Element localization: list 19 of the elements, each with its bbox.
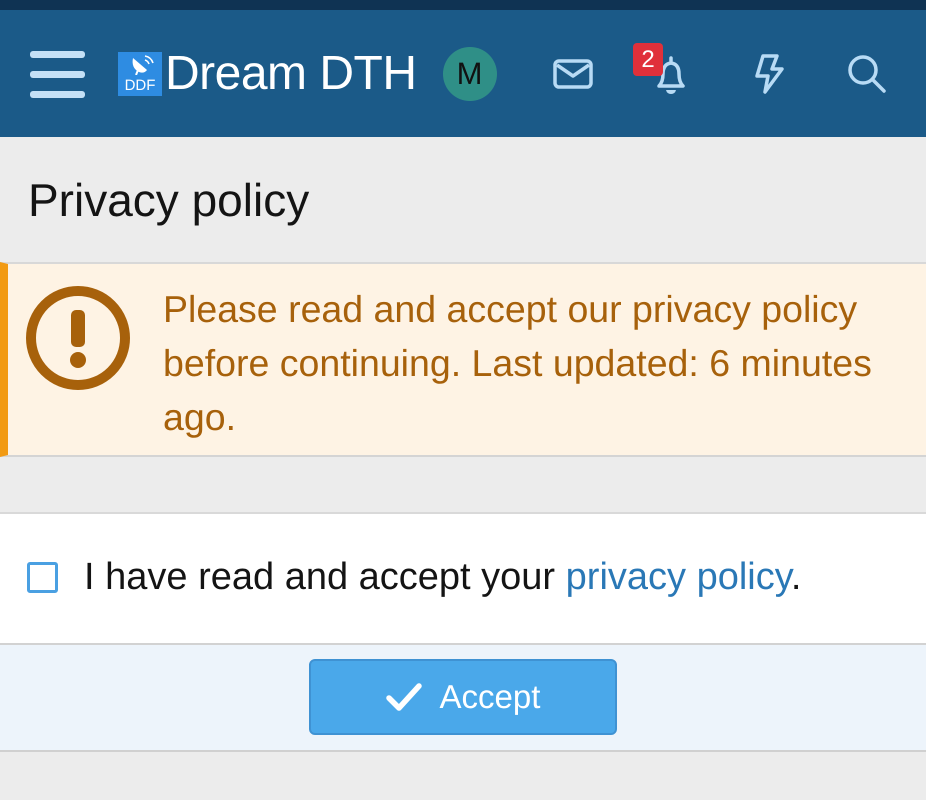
notifications-button[interactable]: 2	[633, 42, 699, 102]
checkmark-icon	[386, 683, 422, 711]
page-title: Privacy policy	[28, 175, 310, 226]
notification-count-badge: 2	[633, 42, 663, 76]
accept-button[interactable]: Accept	[309, 659, 617, 735]
site-logo-link[interactable]: DDF Dream DTH	[118, 50, 417, 98]
user-avatar[interactable]: M	[442, 46, 497, 100]
search-icon	[847, 54, 887, 94]
lightning-bolt-icon	[753, 54, 785, 94]
consent-label: I have read and accept your privacy policy.	[84, 556, 802, 599]
menu-button[interactable]	[30, 51, 85, 98]
satellite-dish-icon	[130, 54, 154, 74]
notice-message: Please read and accept our privacy policy before continuing. Last updated: 6 minutes ago.	[163, 287, 873, 440]
exclamation-circle-icon	[25, 285, 131, 391]
consent-checkbox[interactable]	[27, 562, 58, 593]
privacy-policy-link[interactable]: privacy policy	[566, 556, 791, 598]
envelope-icon	[553, 58, 593, 88]
menu-icon	[30, 51, 85, 98]
logo-badge-text: DDF	[124, 78, 156, 92]
